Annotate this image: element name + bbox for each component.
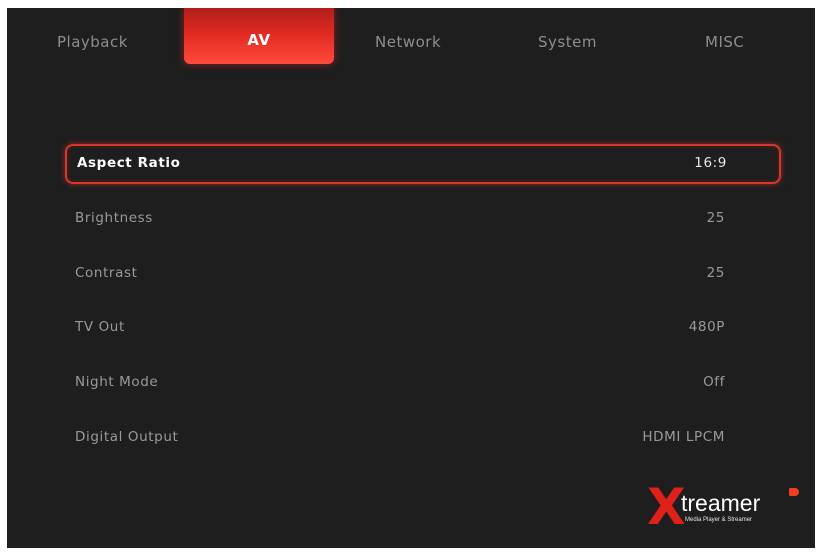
setting-value: 480P — [688, 319, 725, 335]
setting-label: Digital Output — [75, 429, 179, 445]
tab-system[interactable]: System — [538, 26, 597, 66]
setting-label: Contrast — [75, 265, 138, 281]
tab-network[interactable]: Network — [375, 26, 441, 66]
setting-row-night-mode[interactable]: Night Mode Off — [65, 365, 777, 401]
logo-wordmark: treamer — [681, 490, 761, 516]
logo-signal-icon — [789, 488, 799, 496]
setting-value: Off — [703, 374, 725, 390]
xtreamer-logo: X treamer Media Player & Streamer — [647, 482, 807, 534]
setting-value: 25 — [706, 265, 725, 281]
tab-misc[interactable]: MISC — [705, 26, 744, 66]
setting-row-digital-output[interactable]: Digital Output HDMI LPCM — [65, 420, 777, 456]
setting-label: Aspect Ratio — [77, 155, 181, 171]
tab-av[interactable]: AV — [184, 8, 334, 64]
tab-playback[interactable]: Playback — [57, 26, 128, 66]
setting-row-brightness[interactable]: Brightness 25 — [65, 201, 777, 237]
settings-screen: Playback AV Network System MISC Aspect R… — [7, 8, 815, 548]
setting-row-tv-out[interactable]: TV Out 480P — [65, 310, 777, 346]
setting-label: Night Mode — [75, 374, 159, 390]
setting-value: HDMI LPCM — [642, 429, 725, 445]
setting-value: 16:9 — [694, 155, 727, 171]
setting-row-contrast[interactable]: Contrast 25 — [65, 256, 777, 292]
setting-label: Brightness — [75, 210, 153, 226]
logo-x-letter: X — [647, 478, 686, 536]
logo-tagline: Media Player & Streamer — [685, 517, 753, 523]
setting-label: TV Out — [75, 319, 125, 335]
tab-bar: Playback AV Network System MISC — [7, 8, 815, 78]
setting-row-aspect-ratio[interactable]: Aspect Ratio 16:9 — [65, 144, 781, 184]
setting-value: 25 — [706, 210, 725, 226]
